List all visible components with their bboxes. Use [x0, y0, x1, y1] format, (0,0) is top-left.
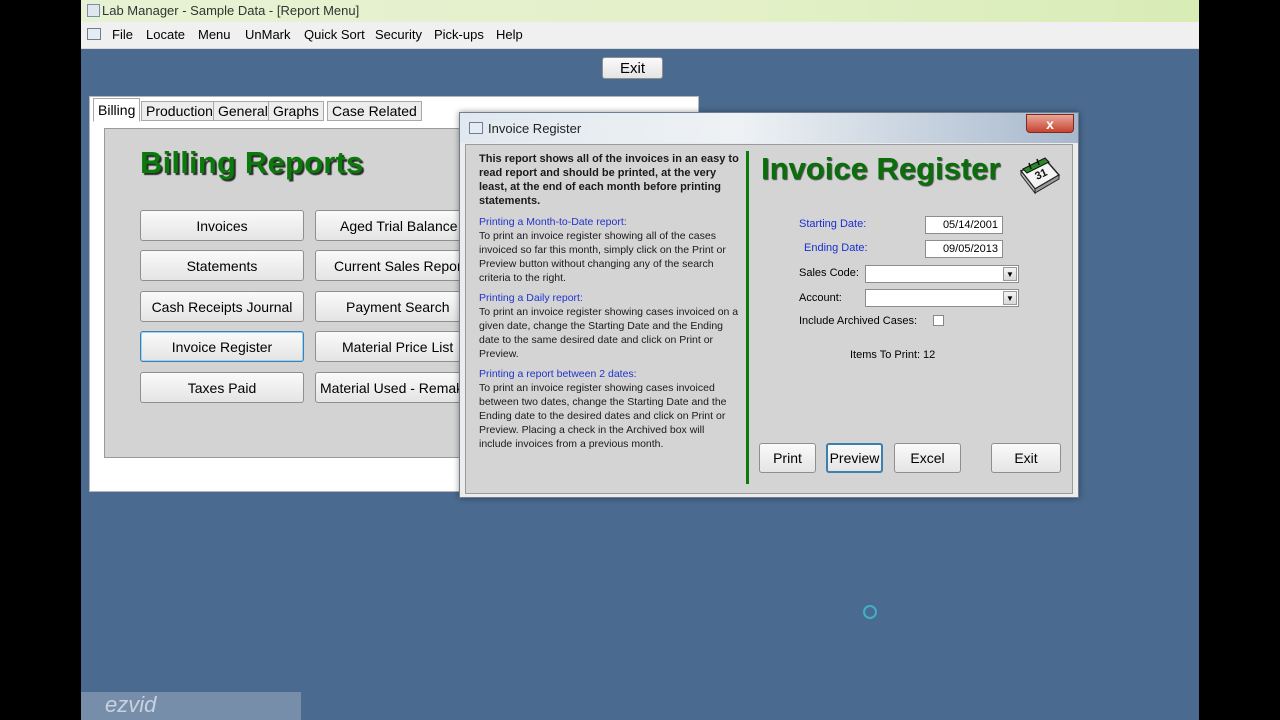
menu-security[interactable]: Security	[375, 27, 422, 42]
sales-code-dropdown[interactable]: ▼	[865, 265, 1019, 283]
material-used-remake-button[interactable]: Material Used - Remake	[315, 372, 479, 403]
payment-search-button[interactable]: Payment Search	[315, 291, 479, 322]
calendar-icon: 31	[1019, 157, 1061, 195]
section-text: To print an invoice register showing all…	[479, 230, 726, 284]
ending-date-input[interactable]: 09/05/2013	[925, 240, 1003, 258]
app-icon	[87, 4, 100, 17]
form-icon	[469, 122, 483, 134]
menu-help[interactable]: Help	[496, 27, 523, 42]
menu-quick-sort[interactable]: Quick Sort	[304, 27, 365, 42]
menu-locate[interactable]: Locate	[146, 27, 185, 42]
tab-production[interactable]: Production	[141, 101, 218, 121]
chevron-down-icon[interactable]: ▼	[1003, 267, 1017, 281]
account-label: Account:	[799, 292, 842, 304]
items-to-print-value: 12	[923, 349, 936, 361]
invoice-register-button[interactable]: Invoice Register	[140, 331, 304, 362]
dialog-exit-button[interactable]: Exit	[991, 443, 1061, 473]
current-sales-report-button[interactable]: Current Sales Report	[315, 250, 479, 281]
menu-menu[interactable]: Menu	[198, 27, 231, 42]
include-archived-label: Include Archived Cases:	[799, 315, 918, 327]
tab-graphs[interactable]: Graphs	[268, 101, 324, 121]
include-archived-checkbox[interactable]	[933, 315, 944, 326]
tab-billing[interactable]: Billing	[93, 98, 141, 122]
mouse-cursor	[863, 605, 877, 619]
invoices-button[interactable]: Invoices	[140, 210, 304, 241]
close-button[interactable]: x	[1026, 114, 1074, 133]
menu-bar: File Locate Menu UnMark Quick Sort Secur…	[81, 22, 1199, 49]
material-price-list-button[interactable]: Material Price List	[315, 331, 479, 362]
cash-receipts-journal-button[interactable]: Cash Receipts Journal	[140, 291, 304, 322]
dialog-title-bar: Invoice Register x	[460, 113, 1078, 143]
account-dropdown[interactable]: ▼	[865, 289, 1019, 307]
section-heading: Printing a report between 2 dates:	[479, 368, 637, 380]
exit-button[interactable]: Exit	[602, 57, 663, 79]
dialog-body: This report shows all of the invoices in…	[465, 144, 1073, 619]
starting-date-label: Starting Date:	[799, 218, 867, 230]
desktop: Lab Manager - Sample Data - [Report Menu…	[81, 0, 1199, 720]
title-bar: Lab Manager - Sample Data - [Report Menu…	[81, 0, 1199, 22]
invoice-register-dialog: Invoice Register x This report shows all…	[459, 112, 1079, 619]
section-text: To print an invoice register showing cas…	[479, 382, 727, 450]
vertical-divider	[746, 151, 749, 484]
section-heading: Printing a Daily report:	[479, 292, 583, 304]
ezvid-watermark: ezvid	[81, 692, 301, 720]
ending-date-label: Ending Date:	[804, 242, 868, 254]
dialog-title: Invoice Register	[488, 121, 582, 136]
items-to-print-label: Items To Print:	[850, 349, 921, 361]
print-button[interactable]: Print	[759, 443, 816, 473]
preview-button[interactable]: Preview	[826, 443, 883, 473]
close-icon: x	[1046, 115, 1054, 132]
section-text: To print an invoice register showing cas…	[479, 306, 739, 360]
aged-trial-balance-button[interactable]: Aged Trial Balance	[315, 210, 479, 241]
watermark-text: ezvid	[105, 692, 157, 717]
sales-code-label: Sales Code:	[799, 267, 859, 279]
instructions-text: This report shows all of the invoices in…	[479, 152, 739, 457]
chevron-down-icon[interactable]: ▼	[1003, 291, 1017, 305]
billing-reports-title: Billing Reports	[140, 145, 364, 180]
taxes-paid-button[interactable]: Taxes Paid	[140, 372, 304, 403]
tab-case-related[interactable]: Case Related	[327, 101, 422, 121]
menu-unmark[interactable]: UnMark	[245, 27, 291, 42]
menu-pick-ups[interactable]: Pick-ups	[434, 27, 484, 42]
section-heading: Printing a Month-to-Date report:	[479, 216, 627, 228]
invoice-register-heading: Invoice Register	[761, 151, 1001, 186]
form-icon[interactable]	[87, 28, 101, 40]
window-title: Lab Manager - Sample Data - [Report Menu…	[102, 3, 360, 18]
intro-text: This report shows all of the invoices in…	[479, 153, 739, 207]
statements-button[interactable]: Statements	[140, 250, 304, 281]
starting-date-input[interactable]: 05/14/2001	[925, 216, 1003, 234]
excel-button[interactable]: Excel	[894, 443, 961, 473]
tab-general[interactable]: General	[213, 101, 273, 121]
menu-file[interactable]: File	[112, 27, 133, 42]
